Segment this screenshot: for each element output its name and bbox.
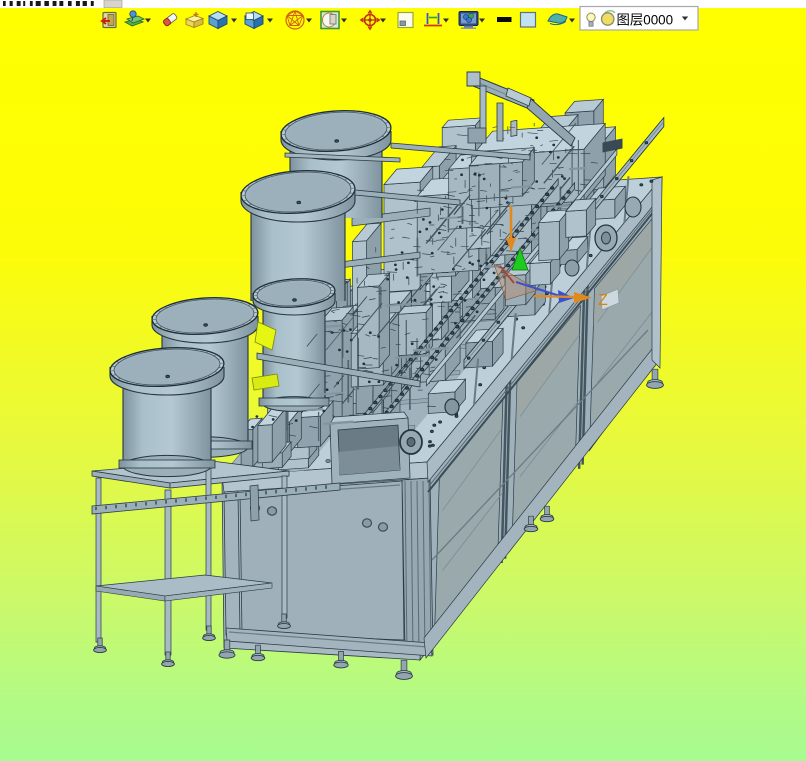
- svg-text:图层0000: 图层0000: [617, 13, 674, 28]
- svg-text:Z: Z: [598, 292, 608, 309]
